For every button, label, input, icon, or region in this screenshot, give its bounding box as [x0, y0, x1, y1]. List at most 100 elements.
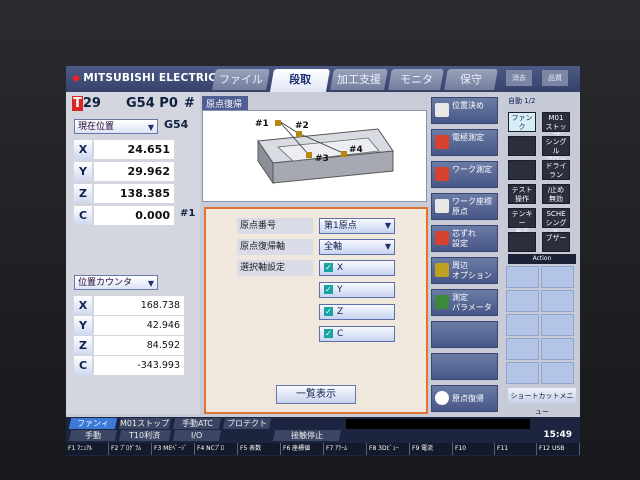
return-axis-select[interactable]: 全軸 ▼: [319, 239, 395, 255]
mode-m01-stop[interactable]: M01ストップ: [118, 418, 172, 429]
mode-protect[interactable]: プロテクト: [222, 418, 272, 429]
mode-t10[interactable]: T10利済: [118, 430, 172, 441]
tab-maintenance[interactable]: 保守: [444, 69, 498, 90]
counter-row-x: X 168.738: [74, 296, 194, 315]
bottom-bar: ファンィ M01ストップ 手動ATC プロテクト 手動 T10利済 I/O 接触…: [66, 417, 580, 456]
position-row-c: C 0.000 #1: [74, 206, 198, 225]
m01-stop-button[interactable]: M01 ストップ: [542, 112, 570, 140]
func-button[interactable]: ファンク: [508, 112, 536, 132]
tenkey-button[interactable]: テンキー 表示: [508, 208, 536, 236]
origin-diagram: #1 #2 #3 #4: [202, 110, 427, 202]
fkey-f6[interactable]: F6 座標値: [281, 443, 324, 455]
workpiece-diagram: #1 #2 #3 #4: [255, 119, 394, 185]
action-cell[interactable]: [506, 290, 539, 312]
mode-manual-atc[interactable]: 手動ATC: [172, 418, 222, 429]
mode-label: 接触停止: [291, 431, 323, 440]
action-cell[interactable]: [506, 314, 539, 336]
buzzer-button[interactable]: ブザー: [542, 232, 570, 252]
position-dropdown[interactable]: 現在位置 ▼: [74, 119, 158, 134]
test-op-button[interactable]: テスト 操作: [508, 184, 536, 204]
origin-number-select[interactable]: 第1原点 ▼: [319, 218, 395, 234]
erase-button[interactable]: 消去: [506, 70, 532, 86]
mode-io[interactable]: I/O: [172, 430, 222, 441]
c-axis-suffix: #1: [180, 208, 196, 219]
peripheral-icon: [435, 263, 449, 277]
rp-empty-button-2[interactable]: [508, 160, 536, 180]
fkey-f9[interactable]: F9 電流: [410, 443, 453, 455]
rp-empty-button-1[interactable]: [508, 136, 536, 156]
origin-return-icon: [435, 391, 449, 405]
side-btn-label: 原点復帰: [452, 394, 484, 403]
axis-value: 168.738: [94, 296, 184, 315]
tab-machining-support[interactable]: 加工支援: [330, 69, 388, 90]
side-btn-work-measure[interactable]: ワーク測定: [431, 161, 498, 188]
action-grid: [506, 260, 576, 384]
counter-row-z: Z 84.592: [74, 336, 194, 355]
brand-logo: ◆ MITSUBISHI ELECTRIC: [72, 72, 216, 84]
side-btn-empty-2[interactable]: [431, 353, 498, 380]
axis-label: X: [74, 140, 92, 159]
side-btn-label: ワーク座標 原点: [452, 197, 492, 216]
side-btn-measure-params[interactable]: 測定 パラメータ: [431, 289, 498, 316]
side-btn-offset-setting[interactable]: 芯ずれ 設定: [431, 225, 498, 252]
tab-monitor-label: モニタ: [399, 73, 433, 86]
sche-single-button[interactable]: SCHE シングル: [542, 208, 570, 236]
side-btn-electrode-measure[interactable]: 電極測定: [431, 129, 498, 156]
single-block-button[interactable]: シングル ブロック: [542, 136, 570, 173]
coord-system: G54 P0: [126, 96, 178, 111]
side-btn-positioning[interactable]: 位置決め: [431, 97, 498, 124]
action-cell[interactable]: [541, 290, 574, 312]
axis-checkbox-y[interactable]: ✓ Y: [319, 282, 395, 298]
work-origin-icon: [435, 199, 449, 213]
fkey-f10[interactable]: F10: [453, 443, 495, 455]
fkey-f7[interactable]: F7 ｱﾗｰﾑ: [324, 443, 367, 455]
axis-checkbox-x[interactable]: ✓ X: [319, 260, 395, 276]
side-btn-peripheral-option[interactable]: 周辺 オプション: [431, 257, 498, 284]
tab-monitor[interactable]: モニタ: [388, 69, 444, 90]
side-btn-work-origin[interactable]: ワーク座標 原点: [431, 193, 498, 220]
action-cell[interactable]: [506, 266, 539, 288]
counter-dropdown[interactable]: 位置カウンタ ▼: [74, 275, 158, 290]
fkey-f4[interactable]: F4 NCﾌﾟﾛ: [195, 443, 238, 455]
fkey-f12[interactable]: F12 USB: [537, 443, 580, 455]
mode-manual[interactable]: 手動: [68, 430, 118, 441]
mode-contact-stop[interactable]: 接触停止: [272, 430, 342, 441]
action-cell[interactable]: [506, 362, 539, 384]
position-dropdown-label: 現在位置: [78, 122, 115, 132]
quality-button[interactable]: 品質: [542, 70, 568, 86]
tab-setup[interactable]: 段取: [269, 69, 331, 92]
dry-run-button[interactable]: ドライ ラン: [542, 160, 570, 180]
fkey-f8[interactable]: F8 3Dﾋﾞｭｰ: [367, 443, 410, 455]
mode-func[interactable]: ファンィ: [68, 418, 118, 429]
fkey-f1[interactable]: F1 ﾏﾆｭｱﾙ: [66, 443, 109, 455]
side-btn-origin-return[interactable]: 原点復帰: [431, 385, 498, 412]
stop-disable-button[interactable]: /止め 無効: [542, 184, 570, 204]
action-cell[interactable]: [541, 314, 574, 336]
position-panel: T29 G54 P0 # 現在位置 ▼ G54 X 24.651 Y 29.962 Z…: [66, 92, 200, 414]
axis-value: -343.993: [94, 356, 184, 375]
tool-t-label: T: [72, 96, 83, 111]
axis-value: 42.946: [94, 316, 184, 335]
fkey-f2[interactable]: F2 ﾌﾟﾛｸﾞﾗﾑ: [109, 443, 152, 455]
axis-checkbox-z[interactable]: ✓ Z: [319, 304, 395, 320]
side-btn-empty-1[interactable]: [431, 321, 498, 348]
action-cell[interactable]: [541, 266, 574, 288]
shortcut-menu-button[interactable]: ショートカットメニュー: [508, 388, 576, 416]
fkey-f3[interactable]: F3 MEﾍﾟｰｼﾞ: [152, 443, 195, 455]
fkey-f5[interactable]: F5 表数: [238, 443, 281, 455]
counter-dropdown-label: 位置カウンタ: [78, 278, 133, 288]
fkey-f11[interactable]: F11: [495, 443, 537, 455]
tool-num: 29: [82, 96, 101, 111]
chevron-down-icon: ▼: [384, 221, 391, 230]
side-btn-label: 測定 パラメータ: [452, 293, 492, 312]
tab-file[interactable]: ファイル: [212, 69, 270, 90]
mode-label: I/O: [191, 431, 203, 440]
action-cell[interactable]: [541, 338, 574, 360]
axis-checkbox-c[interactable]: ✓ C: [319, 326, 395, 342]
action-cell[interactable]: [506, 338, 539, 360]
list-view-button[interactable]: 一覧表示: [276, 385, 356, 404]
rp-empty-button-3[interactable]: [508, 232, 536, 252]
action-cell[interactable]: [541, 362, 574, 384]
positioning-icon: [435, 103, 449, 117]
position-coord: G54: [164, 118, 189, 131]
